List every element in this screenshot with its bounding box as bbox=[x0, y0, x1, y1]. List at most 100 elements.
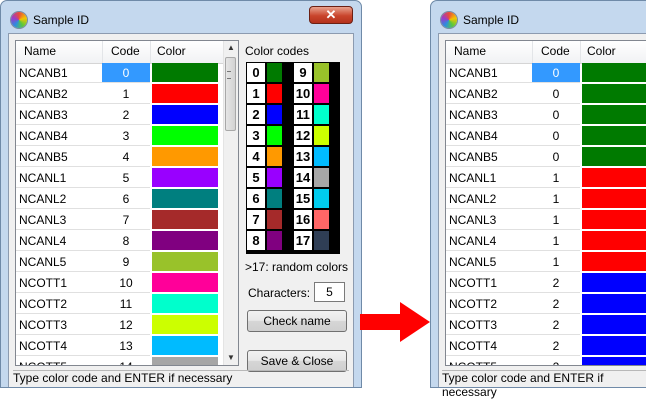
code-cell[interactable]: 2 bbox=[102, 105, 150, 125]
table-row[interactable]: NCANB2 0 bbox=[446, 84, 646, 105]
code-cell[interactable]: 2 bbox=[532, 294, 580, 314]
code-cell[interactable]: 0 bbox=[532, 126, 580, 146]
table-row[interactable]: NCOTT3 12 bbox=[16, 315, 224, 336]
code-cell[interactable]: 12 bbox=[102, 315, 150, 335]
table-row[interactable]: NCANB3 2 bbox=[16, 105, 224, 126]
dialog-body: Name Code Color NCANB1 0 NCANB2 1 NCANB3 2 NCA… bbox=[8, 33, 354, 387]
scroll-up-icon[interactable]: ▲ bbox=[224, 41, 238, 55]
color-code-swatch bbox=[314, 105, 329, 124]
color-code-number: 7 bbox=[247, 210, 265, 229]
close-button[interactable]: ✕ bbox=[309, 6, 353, 24]
sample-name-cell: NCANL3 bbox=[446, 210, 532, 230]
code-cell[interactable]: 13 bbox=[102, 336, 150, 356]
table-row[interactable]: NCOTT514 bbox=[16, 357, 224, 365]
table-row[interactable]: NCANB5 0 bbox=[446, 147, 646, 168]
table-row[interactable]: NCANL4 8 bbox=[16, 231, 224, 252]
column-header-code[interactable]: Code bbox=[111, 44, 140, 58]
code-cell[interactable]: 1 bbox=[532, 210, 580, 230]
color-swatch bbox=[152, 168, 218, 187]
table-row[interactable]: NCANB5 4 bbox=[16, 147, 224, 168]
color-swatch bbox=[582, 189, 646, 208]
table-row[interactable]: NCANB1 0 bbox=[16, 63, 224, 84]
code-cell[interactable]: 1 bbox=[532, 231, 580, 251]
code-cell[interactable]: 9 bbox=[102, 252, 150, 272]
sample-list[interactable]: Name Code Color NCANB1 0 NCANB2 1 NCANB3 2 NCA… bbox=[15, 40, 239, 366]
sample-name-cell: NCANB4 bbox=[16, 126, 102, 146]
code-cell[interactable]: 3 bbox=[102, 126, 150, 146]
color-swatch bbox=[582, 105, 646, 124]
code-cell[interactable]: 7 bbox=[102, 210, 150, 230]
code-cell[interactable]: 2 bbox=[532, 315, 580, 335]
column-header-color[interactable]: Color bbox=[587, 44, 616, 58]
code-cell[interactable]: 1 bbox=[532, 168, 580, 188]
code-cell[interactable]: 11 bbox=[102, 294, 150, 314]
color-swatch bbox=[582, 231, 646, 250]
code-cell[interactable]: 5 bbox=[102, 168, 150, 188]
sample-name-cell: NCOTT5 bbox=[16, 357, 102, 365]
sample-name-cell: NCANL1 bbox=[16, 168, 102, 188]
sample-name-cell: NCOTT2 bbox=[446, 294, 532, 314]
table-row[interactable]: NCOTT3 2 bbox=[446, 315, 646, 336]
table-row[interactable]: NCOTT2 2 bbox=[446, 294, 646, 315]
sample-name-cell: NCANL1 bbox=[446, 168, 532, 188]
sample-name-cell: NCOTT1 bbox=[16, 273, 102, 293]
table-row[interactable]: NCANB3 0 bbox=[446, 105, 646, 126]
table-row[interactable]: NCANL3 7 bbox=[16, 210, 224, 231]
sample-name-cell: NCOTT3 bbox=[446, 315, 532, 335]
table-row[interactable]: NCANL1 5 bbox=[16, 168, 224, 189]
column-header-code[interactable]: Code bbox=[541, 44, 570, 58]
code-cell[interactable]: 2 bbox=[532, 336, 580, 356]
scroll-thumb[interactable] bbox=[225, 57, 236, 131]
code-cell[interactable]: 8 bbox=[102, 231, 150, 251]
characters-input[interactable]: 5 bbox=[314, 282, 345, 302]
table-row[interactable]: NCANB4 0 bbox=[446, 126, 646, 147]
close-icon[interactable]: ✕ bbox=[326, 7, 337, 22]
table-row[interactable]: NCANL5 9 bbox=[16, 252, 224, 273]
table-row[interactable]: NCANL1 1 bbox=[446, 168, 646, 189]
color-swatch bbox=[582, 273, 646, 292]
code-cell[interactable]: 6 bbox=[102, 189, 150, 209]
table-row[interactable]: NCANL2 1 bbox=[446, 189, 646, 210]
save-close-button[interactable]: Save & Close bbox=[247, 350, 347, 372]
table-row[interactable]: NCANB2 1 bbox=[16, 84, 224, 105]
code-cell[interactable]: 2 bbox=[532, 273, 580, 293]
table-row[interactable]: NCANL5 1 bbox=[446, 252, 646, 273]
table-row[interactable]: NCANB4 3 bbox=[16, 126, 224, 147]
table-row[interactable]: NCANL4 1 bbox=[446, 231, 646, 252]
code-cell[interactable]: 1 bbox=[102, 84, 150, 104]
table-row[interactable]: NCOTT1 10 bbox=[16, 273, 224, 294]
table-row[interactable]: NCOTT52 bbox=[446, 357, 646, 365]
check-name-button[interactable]: Check name bbox=[247, 310, 347, 332]
code-cell[interactable]: 0 bbox=[532, 63, 580, 83]
column-header-color[interactable]: Color bbox=[157, 44, 186, 58]
column-header-name[interactable]: Name bbox=[24, 44, 56, 58]
code-cell[interactable]: 14 bbox=[102, 357, 150, 365]
color-swatch bbox=[152, 357, 218, 365]
color-swatch bbox=[152, 315, 218, 334]
code-cell[interactable]: 0 bbox=[102, 63, 150, 83]
list-header: Name Code Color bbox=[16, 41, 224, 64]
code-cell[interactable]: 1 bbox=[532, 189, 580, 209]
code-cell[interactable]: 1 bbox=[532, 252, 580, 272]
column-header-name[interactable]: Name bbox=[454, 44, 486, 58]
code-cell[interactable]: 2 bbox=[532, 357, 580, 365]
code-cell[interactable]: 0 bbox=[532, 147, 580, 167]
code-cell[interactable]: 0 bbox=[532, 105, 580, 125]
code-cell[interactable]: 4 bbox=[102, 147, 150, 167]
table-row[interactable]: NCANL2 6 bbox=[16, 189, 224, 210]
table-row[interactable]: NCANL3 1 bbox=[446, 210, 646, 231]
table-row[interactable]: NCANB1 0 bbox=[446, 63, 646, 84]
code-cell[interactable]: 10 bbox=[102, 273, 150, 293]
column-separator bbox=[150, 41, 151, 63]
table-row[interactable]: NCOTT1 2 bbox=[446, 273, 646, 294]
title-bar: Sample ID ✕ bbox=[1, 1, 361, 33]
scroll-down-icon[interactable]: ▼ bbox=[224, 351, 238, 365]
list-scrollbar[interactable]: ▲ ▼ bbox=[223, 41, 238, 365]
table-row[interactable]: NCOTT2 11 bbox=[16, 294, 224, 315]
table-row[interactable]: NCOTT4 13 bbox=[16, 336, 224, 357]
code-cell[interactable]: 0 bbox=[532, 84, 580, 104]
color-swatch bbox=[152, 63, 218, 82]
table-row[interactable]: NCOTT4 2 bbox=[446, 336, 646, 357]
column-separator bbox=[580, 41, 581, 63]
sample-list[interactable]: Name Code Color NCANB1 0 NCANB2 0 NCANB3 0 NCA… bbox=[445, 40, 646, 366]
